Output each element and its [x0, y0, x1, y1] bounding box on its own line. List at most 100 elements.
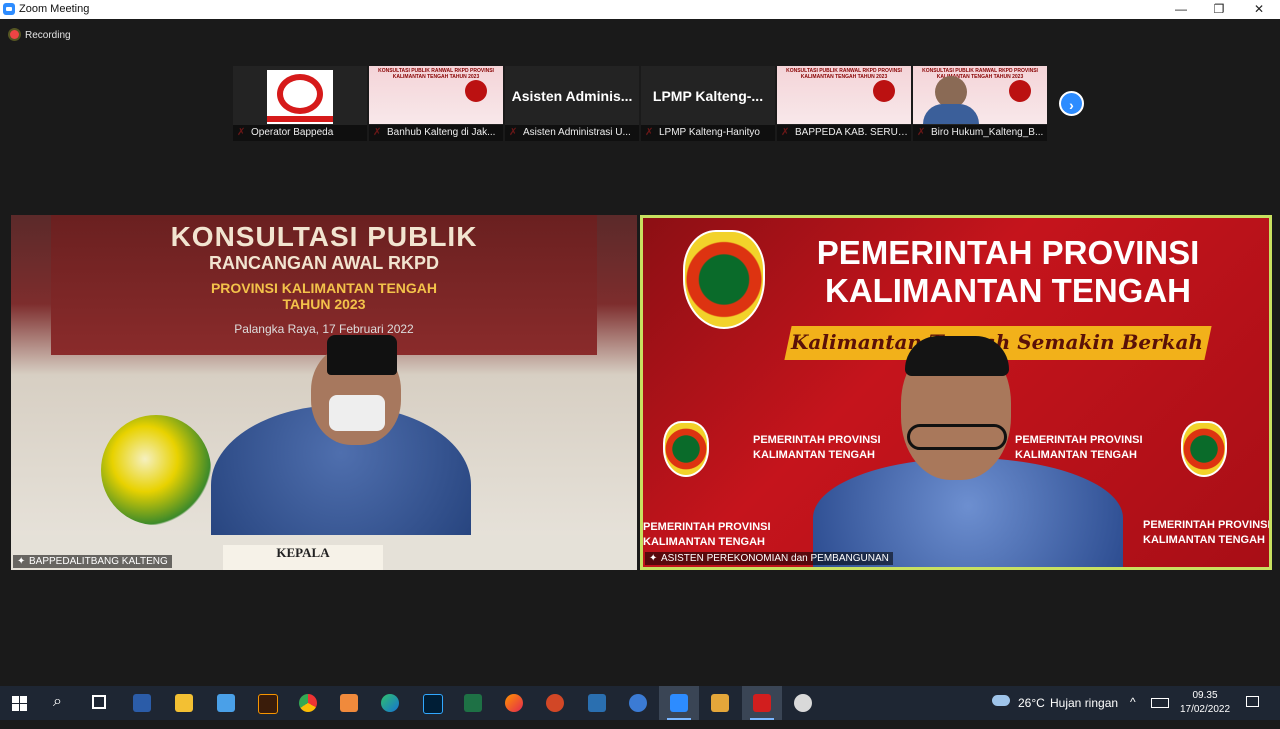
- participant-thumb[interactable]: Asisten Adminis... ✗ Asisten Administras…: [505, 66, 639, 141]
- start-button[interactable]: [0, 686, 40, 720]
- province-emblem-icon: [663, 421, 709, 477]
- zoom-icon: [670, 694, 688, 712]
- eyeglasses: [907, 424, 1007, 450]
- weather-temp: 26°C: [1018, 696, 1045, 710]
- pin-icon: ✦: [649, 553, 658, 564]
- participant-name: LPMP Kalteng-Hanityo: [641, 125, 775, 141]
- recording-indicator[interactable]: Recording: [10, 30, 71, 41]
- taskbar-powerpoint[interactable]: [535, 686, 575, 720]
- edge-icon: [381, 694, 399, 712]
- video-name-label: ✦ ASISTEN PEREKONOMIAN dan PEMBANGUNAN: [645, 552, 893, 565]
- background-small-text: PEMERINTAH PROVINSI KALIMANTAN TENGAH: [643, 521, 771, 548]
- banner-line: Palangka Raya, 17 Februari 2022: [234, 322, 414, 336]
- participant-name: BAPPEDA KAB. SERUY...: [777, 125, 911, 141]
- chrome-icon: [299, 694, 317, 712]
- pin-icon: ✦: [17, 556, 26, 567]
- taskbar-illustrator[interactable]: [247, 686, 287, 720]
- zoom-app-icon: [3, 3, 15, 15]
- participant-thumb[interactable]: KONSULTASI PUBLIK RANWAL RKPD PROVINSI K…: [913, 66, 1047, 141]
- participant-name: Banhub Kalteng di Jak...: [369, 125, 503, 141]
- chevron-up-icon[interactable]: ^: [1130, 695, 1136, 729]
- taskbar-media[interactable]: [700, 686, 740, 720]
- clock-date: 17/02/2022: [1179, 704, 1231, 715]
- banner-line: RANCANGAN AWAL RKPD: [208, 253, 439, 273]
- participant-thumb[interactable]: ✗ Operator Bappeda: [233, 66, 367, 141]
- app-icon: [340, 694, 358, 712]
- background-small-text: PEMERINTAH PROVINSI KALIMANTAN TENGAH: [1015, 434, 1143, 461]
- taskbar-acrobat[interactable]: [742, 686, 782, 720]
- recording-icon: [10, 30, 19, 39]
- taskbar-photoshop[interactable]: [412, 686, 452, 720]
- shared-slide: KONSULTASI PUBLIK RANWAL RKPD PROVINSI K…: [913, 66, 1047, 124]
- video-name-label: ✦ BAPPEDALITBANG KALTENG: [13, 555, 172, 568]
- flower-arrangement: [101, 415, 211, 525]
- remote-icon: [217, 694, 235, 712]
- next-page-button[interactable]: ›: [1059, 91, 1084, 116]
- speaker-hair: [905, 336, 1009, 376]
- taskbar-edge[interactable]: [370, 686, 410, 720]
- notification-icon[interactable]: [1246, 696, 1259, 707]
- taskbar-firefox[interactable]: [494, 686, 534, 720]
- event-banner: KONSULTASI PUBLIK RANCANGAN AWAL RKPD PR…: [51, 215, 597, 355]
- taskbar-app4[interactable]: [783, 686, 823, 720]
- taskbar-remote[interactable]: [206, 686, 246, 720]
- taskbar: ⌕ 26°C Hujan ringan ^ 09.35 17/02/2022: [0, 686, 1280, 720]
- taskbar-app[interactable]: [329, 686, 369, 720]
- file-explorer-icon: [175, 694, 193, 712]
- powerpoint-icon: [546, 694, 564, 712]
- banner-line: PROVINSI KALIMANTAN TENGAH: [210, 280, 438, 296]
- app2-icon: [588, 694, 606, 712]
- task-view-icon: [92, 695, 106, 709]
- video-tile-asisten-perekonomian[interactable]: PEMERINTAH PROVINSI KALIMANTAN TENGAH Ka…: [640, 215, 1272, 570]
- task-view-button[interactable]: [80, 686, 120, 720]
- taskbar-file-explorer[interactable]: [164, 686, 204, 720]
- participant-thumb[interactable]: LPMP Kalteng-... ✗ LPMP Kalteng-Hanityo: [641, 66, 775, 141]
- maximize-button[interactable]: ❐: [1200, 0, 1238, 19]
- minimize-button[interactable]: —: [1162, 0, 1200, 19]
- close-button[interactable]: ✕: [1240, 0, 1278, 19]
- weather-text: Hujan ringan: [1050, 696, 1119, 710]
- photoshop-icon: [423, 694, 443, 714]
- taskbar-excel[interactable]: [453, 686, 493, 720]
- taskbar-app2[interactable]: [577, 686, 617, 720]
- video-tile-bappedalitbang[interactable]: KONSULTASI PUBLIK RANCANGAN AWAL RKPD PR…: [11, 215, 637, 570]
- province-emblem-icon: [683, 230, 765, 329]
- participant-name: Biro Hukum_Kalteng_B...: [913, 125, 1047, 141]
- search-icon: ⌕: [53, 693, 62, 710]
- media-icon: [711, 694, 729, 712]
- app4-icon: [794, 694, 812, 712]
- background-title: PEMERINTAH PROVINSI KALIMANTAN TENGAH: [816, 234, 1200, 309]
- taskbar-word[interactable]: [122, 686, 162, 720]
- excel-icon: [464, 694, 482, 712]
- province-emblem-icon: [1181, 421, 1227, 477]
- participant-thumb[interactable]: KONSULTASI PUBLIK RANWAL RKPD PROVINSI K…: [369, 66, 503, 141]
- participant-display-name: LPMP Kalteng-...: [652, 88, 764, 104]
- weather-widget[interactable]: 26°C Hujan ringan: [990, 686, 1120, 720]
- banner-line: TAHUN 2023: [282, 296, 366, 312]
- rain-cloud-icon: [992, 695, 1010, 706]
- name-plate: KEPALA: [223, 545, 383, 570]
- background-small-text: PEMERINTAH PROVINSI KALIMANTAN TENGAH: [1143, 519, 1271, 546]
- participant-display-name: Asisten Adminis...: [511, 88, 633, 104]
- taskbar-zoom[interactable]: [659, 686, 699, 720]
- emblem-icon: [465, 80, 487, 102]
- shared-slide: KONSULTASI PUBLIK RANWAL RKPD PROVINSI K…: [369, 66, 503, 124]
- search-button[interactable]: ⌕: [40, 686, 80, 720]
- face-mask: [329, 395, 385, 431]
- taskbar-app3[interactable]: [618, 686, 658, 720]
- background-small-text: PEMERINTAH PROVINSI KALIMANTAN TENGAH: [753, 434, 881, 461]
- app3-icon: [629, 694, 647, 712]
- participant-thumb[interactable]: KONSULTASI PUBLIK RANWAL RKPD PROVINSI K…: [777, 66, 911, 141]
- keyboard-icon[interactable]: [1151, 698, 1169, 708]
- participant-name: Asisten Administrasi U...: [505, 125, 639, 141]
- taskbar-chrome[interactable]: [288, 686, 328, 720]
- acrobat-icon: [753, 694, 771, 712]
- title-bar: Zoom Meeting — ❐ ✕: [0, 0, 1280, 19]
- firefox-icon: [505, 694, 523, 712]
- clock-time: 09.35: [1192, 690, 1218, 701]
- system-clock[interactable]: 09.35 17/02/2022: [1175, 689, 1235, 717]
- shared-slide: KONSULTASI PUBLIK RANWAL RKPD PROVINSI K…: [777, 66, 911, 124]
- illustrator-icon: [258, 694, 278, 714]
- participant-name: Operator Bappeda: [233, 125, 367, 141]
- emblem-icon: [873, 80, 895, 102]
